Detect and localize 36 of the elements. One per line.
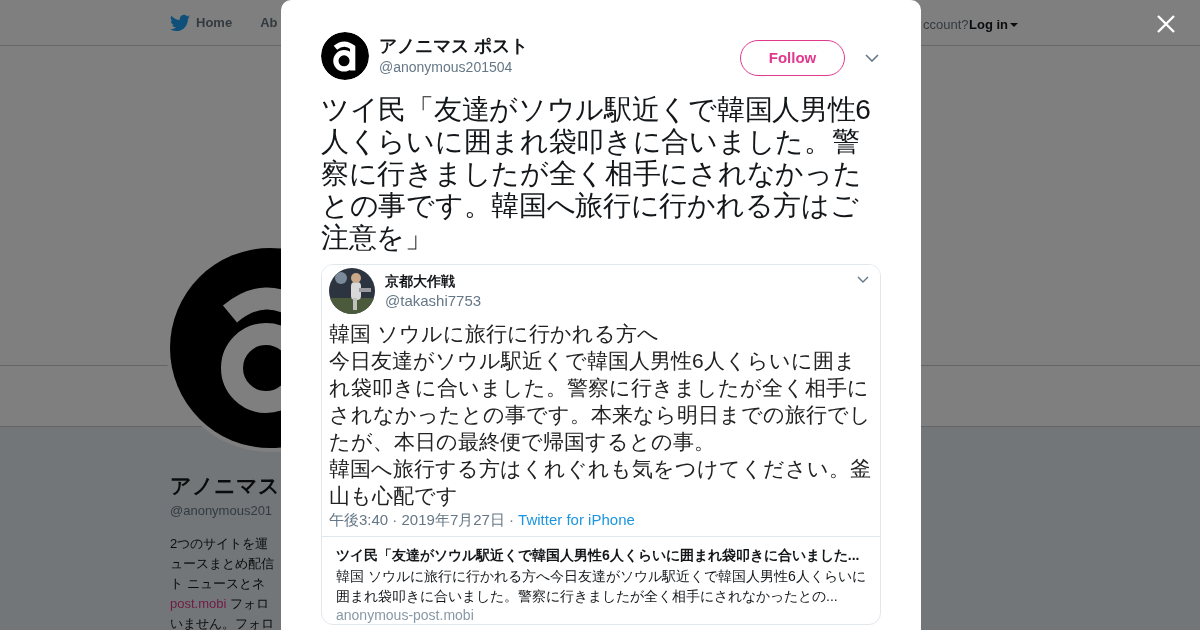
author-handle: @anonymous201504: [379, 58, 514, 77]
quoted-text-line: されなかったとの事です。本来なら明日までの旅行でし: [329, 402, 872, 428]
nav-link[interactable]: Home: [170, 12, 233, 33]
chevron-down-icon: [857, 276, 869, 283]
quoted-text-line: 韓国へ旅行する方はくれぐれも気をつけてください。釜: [329, 456, 872, 482]
quoted-author-name: 京都大作戦: [385, 272, 456, 291]
card-description: 韓国 ソウルに旅行に行かれる方へ今日友達がソウル駅近くで韓国人男性6人くらいに囲まれ袋叩きに合いました。警察に行きましたが全く相手にされなかったとの...: [336, 567, 866, 606]
quoted-text-line: れ袋叩きに合いました。警察に行きましたが全く相手に: [329, 375, 870, 401]
tweet-text: ツイ民「友達がソウル駅近くで韓国人男性6人くらいに囲まれ袋叩きに合いました。警察に行きましたが全く相手にされなかったとの事です。韓国へ旅行に行かれる方はご注意を」: [321, 94, 872, 254]
bio-line: ト ニュースとネ: [170, 575, 265, 593]
close-icon: [1156, 14, 1176, 34]
chevron-down-icon: [865, 54, 879, 62]
bio-line: 2つのサイトを運: [170, 535, 269, 553]
card-domain: anonymous-post.mobi: [336, 606, 475, 624]
quoted-text-line: 韓国 ソウルに旅行に行かれる方へ: [329, 321, 660, 347]
profile-handle: @anonymous201: [170, 502, 273, 520]
bio-link[interactable]: post.mobi: [170, 594, 227, 614]
quoted-text-line: たが、本日の最終便で帰国するとの事。: [329, 429, 716, 455]
bio-line: ュースまとめ配信: [170, 555, 274, 573]
caret-icon: [1010, 22, 1018, 27]
nav-link[interactable]: Ab: [260, 12, 278, 33]
bird-icon: [170, 12, 190, 33]
bio-line: いません。フォロ: [170, 615, 274, 630]
quoted-text-line: 今日友達がソウル駅近くで韓国人男性6人くらいに囲ま: [329, 348, 857, 374]
quoted-text-line: 山も心配です: [329, 483, 459, 509]
author-name: アノニマス ポスト: [379, 35, 529, 57]
profile-name: アノニマス: [170, 473, 280, 499]
logo-icon: [321, 32, 369, 80]
quoted-author-handle: @takashi7753: [385, 291, 483, 311]
source-link[interactable]: Twitter for iPhone: [518, 511, 635, 529]
bio-line: フォロ: [230, 595, 270, 613]
tweet-timestamp: 午後3:40 · 2019年7月27日 ·: [329, 511, 515, 529]
account-prompt: ccount?: [923, 16, 969, 34]
card-title: ツイ民「友達がソウル駅近くで韓国人男性6人くらいに囲まれ袋叩きに合いました...: [336, 546, 861, 565]
login-link[interactable]: Log in: [969, 15, 1018, 35]
link-card[interactable]: [321, 264, 881, 625]
